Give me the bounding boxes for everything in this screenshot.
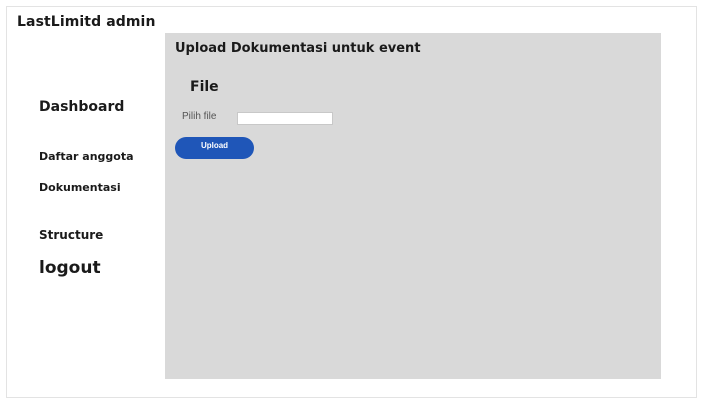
file-input[interactable] — [237, 112, 333, 125]
page-title: Upload Dokumentasi untuk event — [175, 41, 421, 56]
sidebar-item-dokumentasi[interactable]: Dokumentasi — [39, 181, 121, 194]
upload-button[interactable]: Upload — [175, 137, 254, 159]
sidebar-item-logout[interactable]: logout — [39, 258, 101, 278]
file-label: Pilih file — [182, 111, 217, 122]
sidebar-item-structure[interactable]: Structure — [39, 228, 103, 242]
main-panel: Upload Dokumentasi untuk event File Pili… — [165, 33, 661, 379]
sidebar-item-dashboard[interactable]: Dashboard — [39, 99, 124, 115]
app-title: LastLimitd admin — [17, 14, 156, 30]
section-title: File — [190, 79, 219, 95]
sidebar-item-daftar-anggota[interactable]: Daftar anggota — [39, 150, 134, 163]
